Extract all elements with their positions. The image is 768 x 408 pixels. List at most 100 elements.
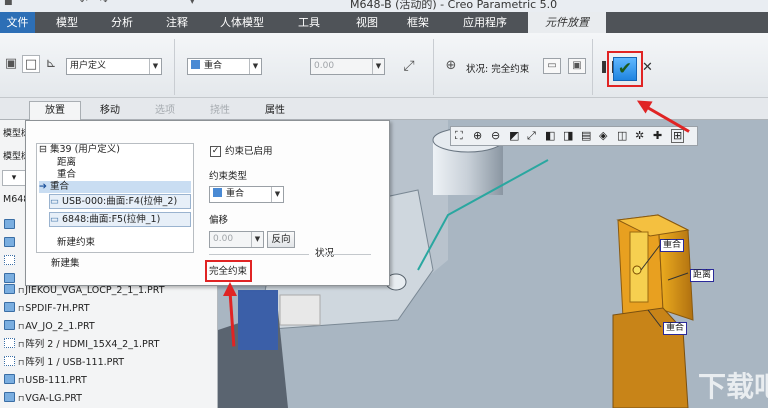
move-component-icon[interactable]: ⊕ [442,57,460,75]
quick-access-dropdown-icon[interactable]: ▾ [190,0,202,7]
annotation-arrowhead [223,282,237,296]
tab-file[interactable]: 文件 [0,12,35,33]
tree-filter-dropdown[interactable]: ▾ [2,170,26,186]
tab-model[interactable]: 模型 [45,12,89,33]
tab-properties[interactable]: 属性 [249,101,301,120]
tab-component-placement[interactable]: 元件放置 [528,12,606,33]
datum-display-icon[interactable]: ✲ [635,129,644,142]
tree-item-label: USB-111.PRT [25,375,87,386]
tree-item[interactable]: ⊓阵列 2 / HDMI_15X4_2_1.PRT [0,336,218,354]
tree-item[interactable]: ⊓VGA-LG.PRT [0,390,218,408]
flip-icon[interactable]: ⤢ [400,57,418,75]
part-icon [4,302,15,312]
reorient-icon[interactable]: ⤢ [527,129,536,143]
panel-offset-input[interactable]: 0.00 ▼ [209,231,264,248]
chevron-down-icon: ▼ [372,59,384,74]
tab-flexibility[interactable]: 挠性 [194,101,246,120]
display-style-icon[interactable]: ◨ [563,129,573,142]
link-icon: ⊓ [18,286,25,295]
saved-views-icon[interactable]: ◧ [545,129,555,142]
placement-panel: ⊟ 集39 (用户定义) 距离 重合 ➔ 重合 ▭ USB-000:曲面:F4(… [25,120,390,286]
constraint-type-select[interactable]: 重合 ▼ [187,58,262,75]
zoom-out-icon[interactable]: ⊖ [491,129,500,142]
tree-item[interactable]: ⊓USB-111.PRT [0,372,218,390]
part-icon [4,237,15,247]
constraint-node-distance[interactable]: 距离 [57,157,76,169]
tree-item-label: SPDIF-7H.PRT [25,303,90,314]
tree-item-label: JIEKOU_VGA_LOCP_2_1_1.PRT [25,285,165,296]
separate-window-icon[interactable]: ▭ [543,58,561,74]
reference-1[interactable]: ▭ USB-000:曲面:F4(拉伸_2) [49,194,191,209]
redo-icon[interactable]: ↷ [100,0,112,7]
refit-icon[interactable]: ⛶ [455,129,463,143]
perspective-icon[interactable]: ◈ [599,129,607,142]
constraint-set-select[interactable]: 用户定义 ▼ [66,58,162,75]
part-icon [4,219,15,229]
chevron-down-icon: ▼ [251,232,263,247]
tab-analysis[interactable]: 分析 [100,12,144,33]
status-label: 状况: 完全约束 [466,64,530,75]
section-icon[interactable]: ◫ [617,129,627,142]
constraint-marker [632,265,642,275]
tree-item[interactable]: ⊓SPDIF-7H.PRT [0,300,218,318]
offset-input-value: 0.00 [314,61,335,71]
part-icon [4,284,15,294]
rigid-icon[interactable]: □ [22,55,40,73]
tab-annotate[interactable]: 注释 [155,12,199,33]
view-manager-icon[interactable]: ▤ [581,129,591,142]
active-constraint-label: 重合 [49,181,69,192]
constraint-set-node[interactable]: ⊟ 集39 (用户定义) [39,144,120,156]
offset-input[interactable]: 0.00 ▼ [310,58,385,75]
undo-icon[interactable]: ↶ [80,0,92,7]
app-icon[interactable]: ■ [4,0,16,7]
tab-options[interactable]: 选项 [139,101,191,120]
viewport-label-coincident[interactable]: 重合 [663,322,688,335]
tree-item-label: 阵列 2 / HDMI_15X4_2_1.PRT [25,339,160,350]
tab-framework[interactable]: 框架 [396,12,440,33]
tab-tools[interactable]: 工具 [287,12,331,33]
window-title: M648-B (活动的) - Creo Parametric 5.0 [350,0,558,11]
constraint-node-active[interactable]: ➔ 重合 [39,181,191,193]
repaint-icon[interactable]: ◩ [509,129,519,142]
link-icon: ⊓ [18,304,25,313]
tab-applications[interactable]: 应用程序 [450,12,520,33]
status-group-line [321,254,371,255]
tree-item-label: VGA-LG.PRT [25,393,82,404]
toolbar-divider [592,39,593,95]
new-set-link[interactable]: 新建集 [51,258,80,270]
tab-manikin[interactable]: 人体模型 [210,12,274,33]
tree-item[interactable]: ⊓阵列 1 / USB-111.PRT [0,354,218,372]
spin-center-icon[interactable]: ⊞ [671,129,685,143]
tab-view[interactable]: 视图 [345,12,389,33]
constraint-type-dropdown[interactable]: 重合 ▼ [209,186,284,203]
constraint-node-coincident[interactable]: 重合 [57,169,76,181]
tree-item-label: AV_JO_2_1.PRT [25,321,95,332]
arrow-right-icon: ➔ [39,181,50,192]
flip-button[interactable]: 反向 [267,231,295,248]
check-icon[interactable]: ✔ [613,57,637,81]
tree-item-label: 阵列 1 / USB-111.PRT [25,357,125,368]
title-bar: ■ ↶ ↷ ▾ M648-B (活动的) - Creo Parametric 5… [0,0,768,12]
new-constraint-link[interactable]: 新建约束 [57,237,95,249]
placement-toolbar: ▣ □ ⊾ 用户定义 ▼ 重合 ▼ 0.00 ▼ ⤢ ⊕ 状况: 完全约束 ▭ … [0,33,768,98]
connection-icon[interactable]: ⊾ [42,55,60,73]
constraint-enabled-checkbox[interactable]: ✓ [210,146,221,157]
ribbon-tab-bar: 文件 模型 分析 注释 人体模型 工具 视图 框架 应用程序 元件放置 [0,12,768,33]
link-icon: ⊓ [18,358,25,367]
annotation-display-icon[interactable]: ✚ [653,129,662,142]
tab-placement[interactable]: 放置 [29,101,81,120]
close-icon[interactable]: ✕ [642,60,653,75]
assembly-window-icon[interactable]: ▣ [568,58,586,74]
constraint-enabled-label: 约束已启用 [225,146,273,157]
constraint-type-label: 约束类型 [209,171,248,182]
reference-2[interactable]: ▭ 6848:曲面:F5(拉伸_1) [49,212,191,227]
tree-item[interactable]: ⊓AV_JO_2_1.PRT [0,318,218,336]
viewport-label-distance[interactable]: 距离 [690,269,715,282]
tab-move[interactable]: 移动 [84,101,136,120]
zoom-in-icon[interactable]: ⊕ [473,129,482,142]
component-icon[interactable]: ▣ [2,55,20,73]
toolbar-divider [433,39,434,95]
reference-2-label: 6848:曲面:F5(拉伸_1) [62,214,161,225]
viewport-label-coincident[interactable]: 重合 [660,239,685,252]
chevron-down-icon: ▼ [149,59,161,74]
